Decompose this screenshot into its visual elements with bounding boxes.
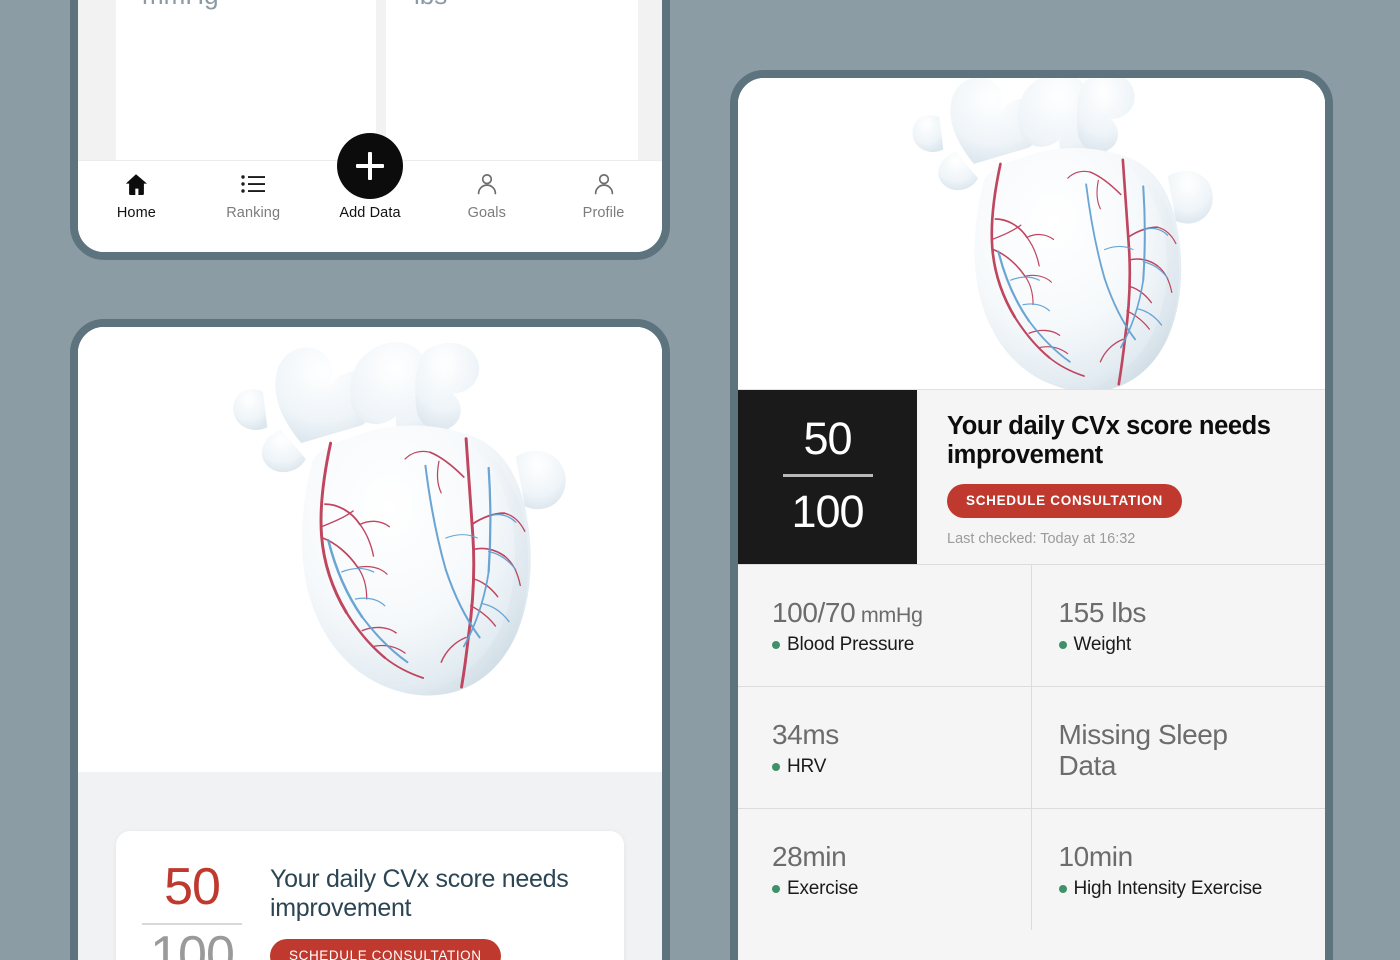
phone-right: 50 100 Your daily CVx score needs improv… [730,70,1333,960]
metric-card-weight[interactable]: Weight 155 lbs [386,0,638,176]
nav-label: Ranking [226,205,281,221]
metric-label: Blood Pressure [787,634,915,656]
metric-label: HRV [787,756,827,778]
metric-value: 10min [1058,841,1134,872]
score-divider [142,923,242,926]
score-headline: Your daily CVx score needs improvement [947,412,1271,470]
score-value: 50 [803,413,852,465]
screen-bottom-left: 50 100 Your daily CVx score needs improv… [78,327,662,960]
metric-cell-weight[interactable]: 155 lbs Weight [1031,564,1325,686]
heart-hero-image [78,327,662,772]
metric-label-row: High Intensity Exercise [1058,878,1312,900]
metric-label: High Intensity Exercise [1073,878,1263,900]
score-total: 100 [150,926,235,960]
score-card-body: Your daily CVx score needs improvement S… [270,861,600,960]
metric-cell-hrv[interactable]: 34ms HRV [738,686,1032,808]
bottom-navigation-bar: Home Ranking Add Data Goals Profile [78,133,662,252]
nav-label: Profile [582,205,625,221]
metric-value: 28min [772,841,847,872]
person-icon [475,171,499,197]
score-fraction: 50 100 [140,861,244,960]
score-total: 100 [791,485,864,537]
metric-value: 155 lbs [1058,597,1147,628]
metric-cell-exercise[interactable]: 28min Exercise [738,808,1032,930]
score-divider [782,474,873,477]
cvx-score-banner: 50 100 Your daily CVx score needs improv… [738,389,1325,564]
cvx-score-card[interactable]: 50 100 Your daily CVx score needs improv… [116,831,624,960]
metric-label-row: Weight [1058,634,1312,656]
metric-label: Exercise [787,878,859,900]
metric-label-row: Blood Pressure [772,634,1017,656]
status-dot-icon [1058,885,1067,894]
nav-item-ranking[interactable]: Ranking [195,171,312,252]
metrics-grid: 100/70 mmHg Blood Pressure 155 lbs Weigh… [738,564,1325,960]
metric-value: 34ms [772,719,839,750]
status-dot-icon [772,885,780,894]
metric-value: Missing Sleep Data [1058,719,1229,782]
schedule-consultation-button[interactable]: SCHEDULE CONSULTATION [270,939,501,960]
nav-item-add-data[interactable]: Add Data [312,133,429,252]
metric-cell-high-intensity-exercise[interactable]: 10min High Intensity Exercise [1031,808,1325,930]
home-icon [123,171,149,197]
nav-item-home[interactable]: Home [78,171,195,252]
metric-label: Weight [1073,634,1132,656]
plus-icon-vertical [368,152,372,180]
person-icon [592,171,616,197]
metric-label-row: HRV [772,756,1017,778]
list-icon [240,171,266,197]
last-checked-text: Last checked: Today at 16:32 [947,531,1136,548]
nav-item-goals[interactable]: Goals [428,171,545,252]
status-dot-icon [772,763,780,772]
nav-label: Add Data [339,205,401,221]
metric-card-blood-pressure[interactable]: Blood Pressure 100/70 mmHg [116,0,376,176]
metric-unit: lbs [414,0,624,9]
status-dot-icon [772,641,780,650]
screen-top-left: Blood Pressure 100/70 mmHg Weight 155 lb… [78,0,662,252]
metric-unit: mmHg [142,0,362,9]
nav-item-profile[interactable]: Profile [545,171,662,252]
screen-right: 50 100 Your daily CVx score needs improv… [738,78,1325,960]
metric-cell-blood-pressure[interactable]: 100/70 mmHg Blood Pressure [738,564,1032,686]
metric-value: 100/70 mmHg [772,597,923,628]
metric-label-row: Exercise [772,878,1017,900]
score-value: 50 [164,858,221,916]
metric-cell-sleep[interactable]: Missing Sleep Data [1031,686,1325,808]
phone-top-left: Blood Pressure 100/70 mmHg Weight 155 lb… [70,0,670,260]
score-fraction: 50 100 [738,390,917,564]
nav-label: Goals [467,205,506,221]
phone-bottom-left: 50 100 Your daily CVx score needs improv… [70,319,670,960]
add-data-fab-button[interactable] [336,133,403,199]
score-banner-body: Your daily CVx score needs improvement S… [917,390,1325,564]
score-headline: Your daily CVx score needs improvement [270,865,569,922]
metric-unit: mmHg [855,603,923,627]
schedule-consultation-button[interactable]: SCHEDULE CONSULTATION [947,484,1182,519]
heart-hero-image [738,78,1325,392]
nav-label: Home [116,205,156,221]
status-dot-icon [1058,641,1067,650]
